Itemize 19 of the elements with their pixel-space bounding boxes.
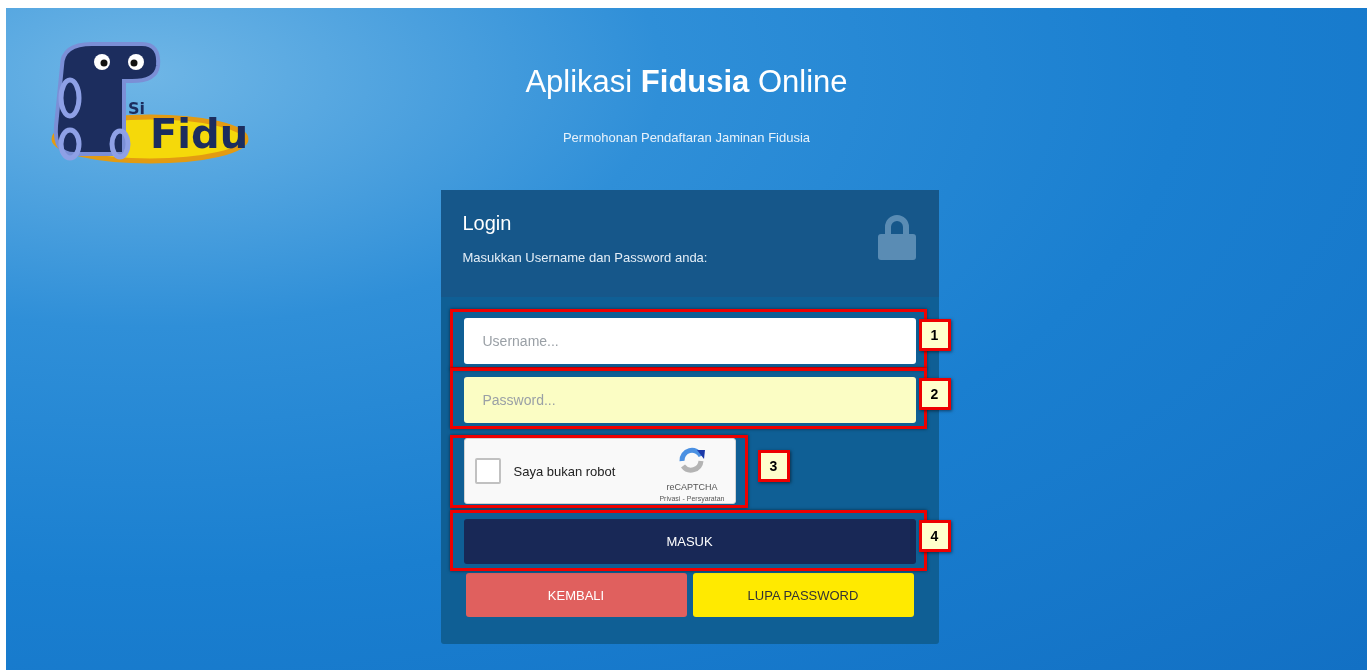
callout-number: 3 [757, 450, 790, 482]
app-title: Aplikasi Fidusia Online [525, 64, 848, 100]
recaptcha-brand: reCAPTCHA [666, 482, 718, 492]
captcha-label: Saya bukan robot [513, 463, 617, 479]
callout-number: 1 [918, 319, 951, 351]
callout-number: 2 [918, 378, 951, 410]
username-field[interactable]: Username... [463, 318, 916, 364]
lock-icon [876, 214, 917, 260]
login-instruction: Masukkan Username dan Password anda: [462, 250, 708, 265]
back-button[interactable]: KEMBALI [465, 573, 687, 617]
logo-text: Si [128, 99, 145, 118]
captcha-checkbox[interactable] [474, 458, 501, 484]
forgot-password-button[interactable]: LUPA PASSWORD [692, 573, 914, 617]
app-subtitle: Permohonan Pendaftaran Jaminan Fidusia [562, 130, 811, 145]
logo-text: Fidu [150, 111, 249, 157]
login-button[interactable]: MASUK [463, 519, 916, 564]
login-title: Login [462, 212, 513, 235]
password-field[interactable]: Password... [463, 377, 916, 423]
callout-number: 4 [918, 520, 951, 552]
